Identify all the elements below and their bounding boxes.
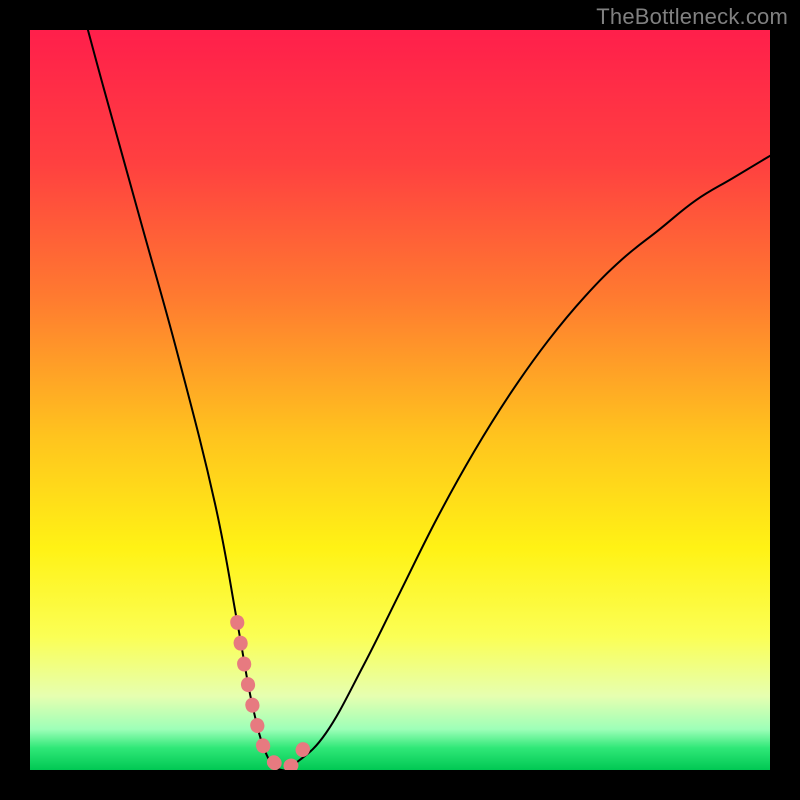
plot-area	[30, 30, 770, 770]
gradient-fill	[30, 30, 770, 770]
watermark-text: TheBottleneck.com	[596, 4, 788, 30]
chart-svg	[30, 30, 770, 770]
chart-frame: TheBottleneck.com	[0, 0, 800, 800]
